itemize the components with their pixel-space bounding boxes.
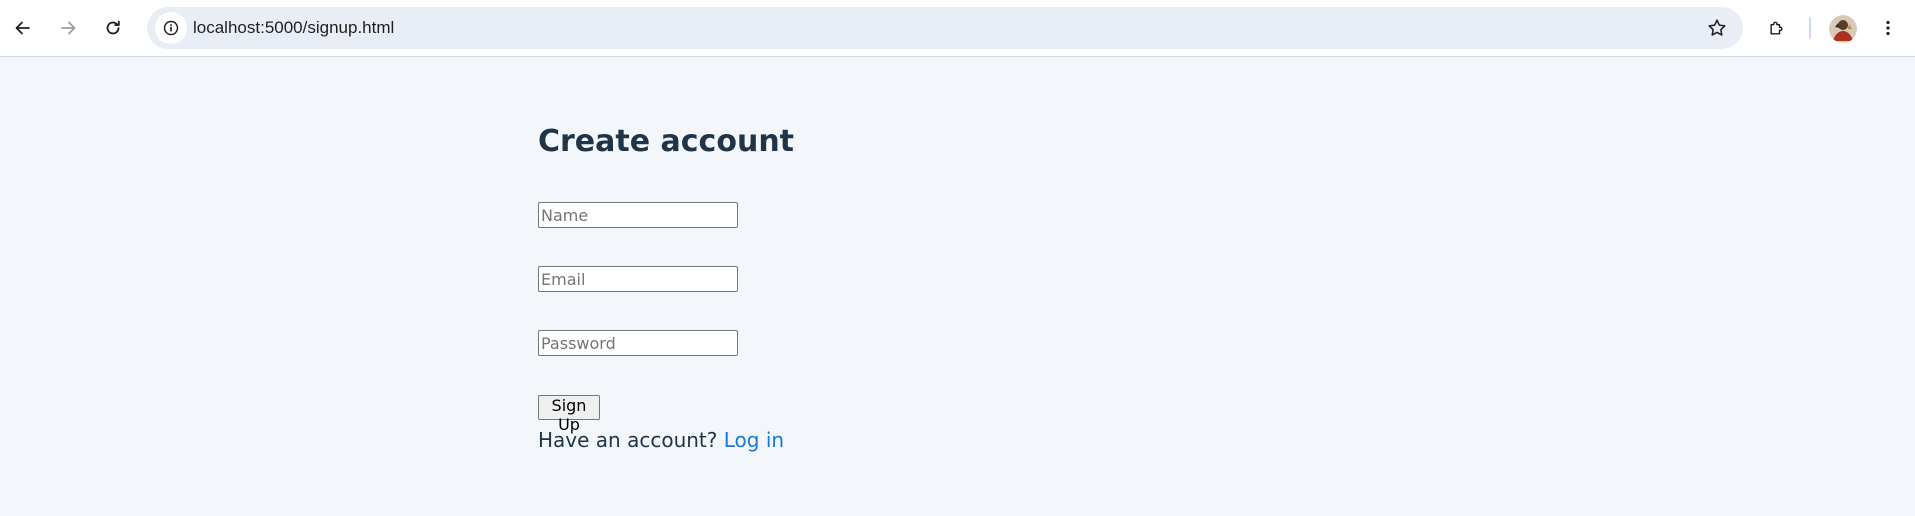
browser-menu-button[interactable]: [1871, 11, 1905, 45]
email-input[interactable]: [538, 266, 738, 292]
login-prompt-text: Have an account?: [538, 428, 718, 452]
login-link[interactable]: Log in: [724, 428, 784, 452]
kebab-menu-icon: [1886, 20, 1890, 36]
extensions-button[interactable]: [1760, 11, 1794, 45]
toolbar-separator: [1809, 17, 1811, 39]
site-info-button[interactable]: [155, 12, 187, 44]
bookmark-star-button[interactable]: [1705, 16, 1729, 40]
arrow-left-icon: [15, 21, 30, 35]
avatar-image-icon: [1829, 15, 1857, 43]
forward-button[interactable]: [51, 11, 85, 45]
reload-button[interactable]: [96, 11, 130, 45]
arrow-right-icon: [61, 21, 76, 35]
name-input[interactable]: [538, 202, 738, 228]
star-icon: [1708, 19, 1726, 36]
password-input[interactable]: [538, 330, 738, 356]
sign-up-button[interactable]: Sign Up: [538, 395, 600, 434]
reload-icon: [106, 20, 120, 35]
profile-avatar[interactable]: [1829, 15, 1857, 43]
address-bar[interactable]: localhost:5000/signup.html: [147, 7, 1743, 49]
back-button[interactable]: [6, 11, 40, 45]
puzzle-icon: [1770, 21, 1783, 35]
page-title: Create account: [538, 124, 795, 159]
login-prompt-line: Have an account? Log in: [538, 428, 784, 452]
url-text[interactable]: localhost:5000/signup.html: [193, 7, 394, 49]
info-icon: [163, 20, 179, 36]
browser-toolbar: localhost:5000/signup.html: [0, 0, 1915, 57]
